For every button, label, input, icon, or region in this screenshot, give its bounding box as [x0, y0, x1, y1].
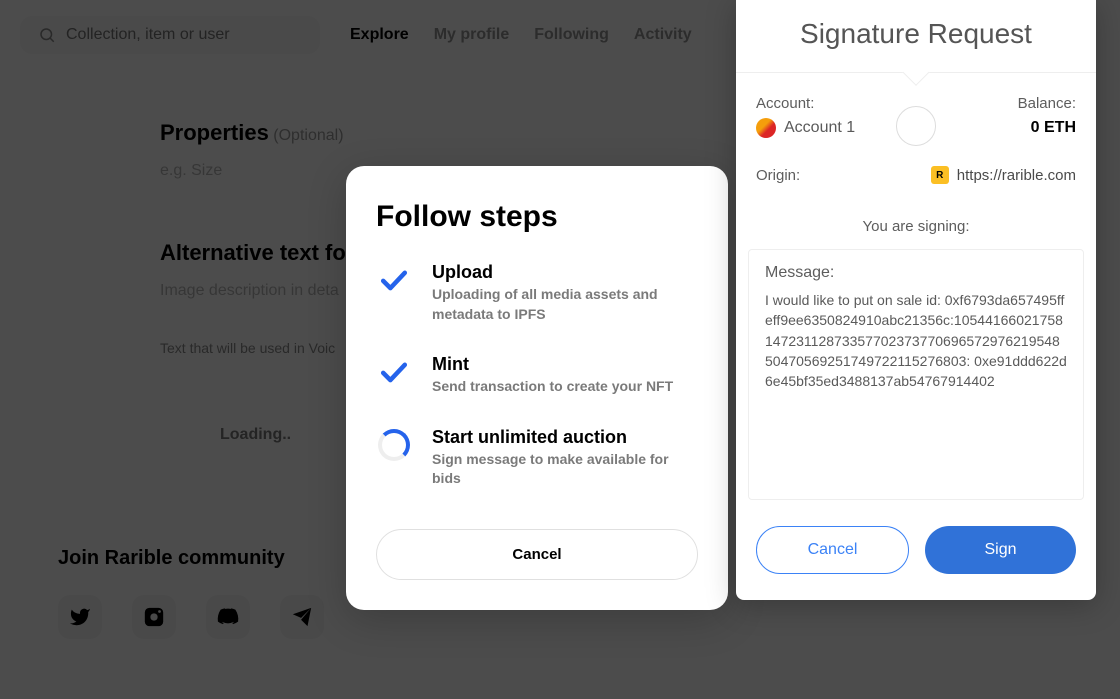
check-icon — [376, 354, 412, 390]
nav-following[interactable]: Following — [534, 26, 609, 44]
balance-label: Balance: — [1018, 95, 1076, 112]
step-mint-title: Mint — [432, 354, 673, 375]
spinner-icon — [376, 427, 412, 463]
search-icon — [38, 26, 56, 44]
nav-explore[interactable]: Explore — [350, 26, 409, 44]
search-input[interactable] — [66, 26, 273, 44]
account-label: Account: — [756, 95, 814, 112]
origin-url: https://rarible.com — [957, 167, 1076, 184]
instagram-icon[interactable] — [132, 595, 176, 639]
message-label: Message: — [765, 264, 1067, 282]
balance-value: 0 ETH — [1031, 119, 1076, 137]
signing-text: You are signing: — [736, 198, 1096, 249]
discord-icon[interactable] — [206, 595, 250, 639]
nav-my-profile[interactable]: My profile — [434, 26, 510, 44]
step-upload: Upload Uploading of all media assets and… — [376, 262, 698, 324]
follow-cancel-button[interactable]: Cancel — [376, 529, 698, 580]
follow-steps-title: Follow steps — [376, 200, 698, 234]
account-avatar-icon — [756, 118, 776, 138]
telegram-icon[interactable] — [280, 595, 324, 639]
check-icon — [376, 262, 412, 298]
nav-activity[interactable]: Activity — [634, 26, 692, 44]
step-upload-title: Upload — [432, 262, 698, 283]
step-auction-desc: Sign message to make available for bids — [432, 450, 698, 489]
rarible-icon: R — [931, 166, 949, 184]
step-auction: Start unlimited auction Sign message to … — [376, 427, 698, 489]
signature-title: Signature Request — [736, 0, 1096, 73]
signature-request-panel: Signature Request Account: Balance: Acco… — [736, 0, 1096, 600]
signature-cancel-button[interactable]: Cancel — [756, 526, 909, 574]
message-content: I would like to put on sale id: 0xf6793d… — [765, 290, 1067, 391]
step-mint-desc: Send transaction to create your NFT — [432, 377, 673, 397]
step-upload-desc: Uploading of all media assets and metada… — [432, 285, 698, 324]
account-avatar-circle — [896, 106, 936, 146]
search-box[interactable] — [20, 16, 320, 54]
signature-sign-button[interactable]: Sign — [925, 526, 1076, 574]
step-auction-title: Start unlimited auction — [432, 427, 698, 448]
community-title: Join Rarible community — [58, 547, 324, 570]
account-name: Account 1 — [784, 119, 855, 137]
properties-title: Properties — [160, 120, 269, 145]
twitter-icon[interactable] — [58, 595, 102, 639]
step-mint: Mint Send transaction to create your NFT — [376, 354, 698, 397]
message-box: Message: I would like to put on sale id:… — [748, 249, 1084, 500]
origin-label: Origin: — [756, 167, 800, 184]
properties-optional: (Optional) — [273, 127, 343, 144]
follow-steps-modal: Follow steps Upload Uploading of all med… — [346, 166, 728, 610]
